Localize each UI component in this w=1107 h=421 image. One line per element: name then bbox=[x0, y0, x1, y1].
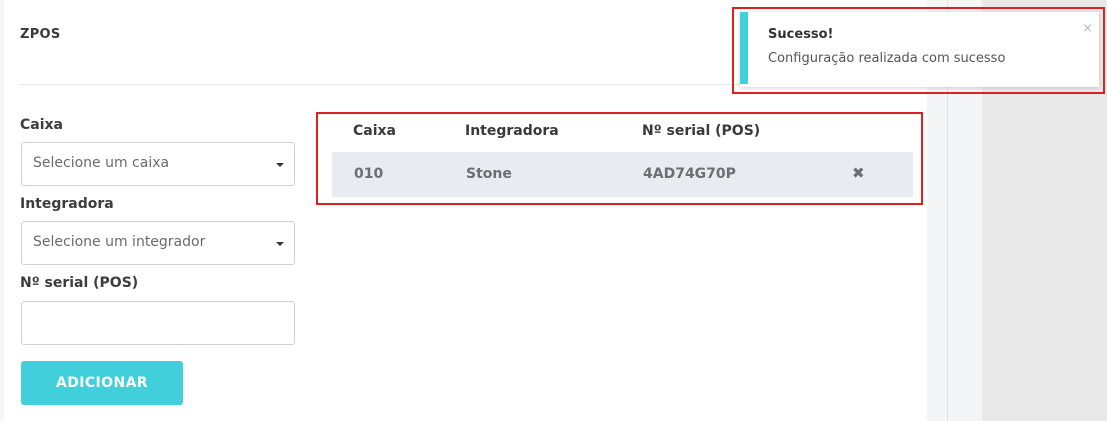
row-integradora: Stone bbox=[466, 166, 512, 182]
integradora-label: Integradora bbox=[20, 196, 114, 212]
toast-accent-bar bbox=[740, 12, 748, 84]
toast-title: Sucesso! bbox=[768, 27, 834, 42]
table-row: 010 Stone 4AD74G70P ✖ bbox=[332, 152, 913, 197]
row-caixa: 010 bbox=[354, 166, 384, 182]
table-header-integradora: Integradora bbox=[465, 123, 559, 139]
row-serial: 4AD74G70P bbox=[643, 166, 736, 182]
serial-input[interactable] bbox=[21, 301, 295, 345]
caixa-select-placeholder: Selecione um caixa bbox=[33, 155, 170, 171]
toast-message: Configuração realizada com sucesso bbox=[768, 51, 1006, 66]
serial-label: Nº serial (POS) bbox=[20, 275, 139, 291]
integradora-select[interactable]: Selecione um integrador bbox=[21, 221, 295, 265]
success-toast: Sucesso! Configuração realizada com suce… bbox=[740, 12, 1099, 87]
pos-table: Caixa Integradora Nº serial (POS) 010 St… bbox=[316, 112, 923, 205]
table-header-caixa: Caixa bbox=[353, 123, 396, 139]
table-header-serial: Nº serial (POS) bbox=[642, 123, 761, 139]
close-icon[interactable]: × bbox=[1082, 21, 1093, 36]
remove-icon[interactable]: ✖ bbox=[852, 164, 865, 182]
panel-title: ZPOS bbox=[20, 27, 61, 42]
toast-highlight: Sucesso! Configuração realizada com suce… bbox=[732, 7, 1105, 94]
caixa-label: Caixa bbox=[20, 117, 63, 133]
chevron-down-icon bbox=[276, 242, 284, 246]
chevron-down-icon bbox=[276, 163, 284, 167]
caixa-select[interactable]: Selecione um caixa bbox=[21, 142, 295, 186]
integradora-select-placeholder: Selecione um integrador bbox=[33, 234, 206, 250]
add-button[interactable]: ADICIONAR bbox=[21, 361, 183, 405]
